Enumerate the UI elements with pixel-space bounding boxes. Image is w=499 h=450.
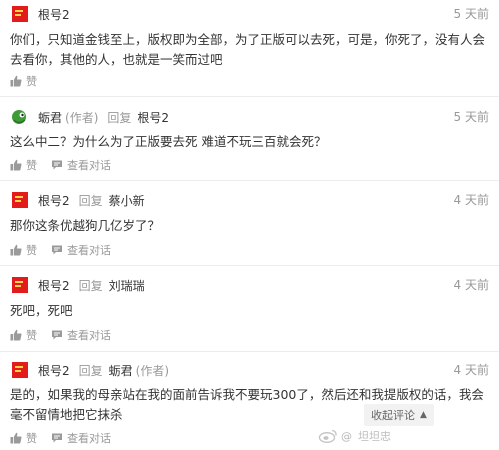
view-conversation-label: 查看对话 bbox=[67, 329, 111, 342]
comment-header: 根号2 回复 蛎君 (作者) bbox=[38, 360, 169, 380]
comment-text: 这么中二？为什么为了正版要去死 难道不玩三百就会死？ bbox=[10, 134, 327, 149]
view-conversation-button[interactable]: 查看对话 bbox=[51, 327, 111, 343]
reply-target-name[interactable]: 蛎君 bbox=[109, 362, 133, 379]
like-button[interactable]: 赞 bbox=[10, 327, 37, 343]
comment-text: 死吧，死吧 bbox=[10, 303, 73, 318]
comment-header: 根号2 回复 刘瑞瑞 bbox=[38, 275, 145, 295]
like-label: 赞 bbox=[26, 329, 37, 342]
comment-header: 根号2 回复 蔡小新 bbox=[38, 190, 145, 210]
like-label: 赞 bbox=[26, 432, 37, 445]
avatar[interactable] bbox=[10, 275, 30, 295]
comment-actions: 赞 查看对话 bbox=[10, 242, 111, 258]
view-conversation-button[interactable]: 查看对话 bbox=[51, 242, 111, 258]
comment-text: 你们，只知道金钱至上，版权即为全部，为了正版可以去死，可是，你死了，没有人会去看… bbox=[10, 32, 486, 67]
reply-target-name[interactable]: 根号2 bbox=[137, 109, 169, 126]
reply-label: 回复 bbox=[78, 193, 103, 208]
like-button[interactable]: 赞 bbox=[10, 157, 37, 173]
commenter-name[interactable]: 根号2 bbox=[38, 277, 70, 294]
thumbs-up-icon bbox=[10, 244, 22, 256]
author-tag: (作者) bbox=[65, 110, 99, 125]
avatar-red-flag-icon bbox=[10, 275, 30, 295]
thumbs-up-icon bbox=[10, 329, 22, 341]
weibo-watermark: @ 坦坦忠 bbox=[318, 428, 391, 444]
comment-actions: 赞 查看对话 bbox=[10, 327, 111, 343]
avatar-red-flag-icon bbox=[10, 360, 30, 380]
collapse-label: 收起评论 bbox=[371, 409, 416, 422]
weibo-logo-icon bbox=[318, 429, 337, 443]
view-conversation-label: 查看对话 bbox=[67, 432, 111, 445]
like-button[interactable]: 赞 bbox=[10, 73, 37, 89]
reply-label: 回复 bbox=[78, 363, 103, 378]
collapse-comments-button[interactable]: 收起评论 ▲ bbox=[364, 404, 434, 426]
chat-bubble-icon bbox=[52, 160, 62, 170]
divider bbox=[0, 96, 499, 97]
like-button[interactable]: 赞 bbox=[10, 242, 37, 258]
comment-time: 4 天前 bbox=[453, 363, 489, 377]
divider bbox=[0, 180, 499, 181]
divider bbox=[0, 265, 499, 266]
thumbs-up-icon bbox=[10, 432, 22, 444]
thumbs-up-icon bbox=[10, 159, 22, 171]
avatar[interactable] bbox=[10, 107, 30, 127]
watermark-at: @ bbox=[341, 429, 352, 443]
divider bbox=[0, 351, 499, 352]
comment-time: 4 天前 bbox=[453, 193, 489, 207]
reply-label: 回复 bbox=[107, 110, 132, 125]
view-conversation-button[interactable]: 查看对话 bbox=[51, 430, 111, 446]
view-conversation-label: 查看对话 bbox=[67, 244, 111, 257]
thumbs-up-icon bbox=[10, 75, 22, 87]
comment-time: 5 天前 bbox=[453, 110, 489, 124]
commenter-name[interactable]: 蛎君 bbox=[38, 109, 62, 126]
comment-actions: 赞 查看对话 bbox=[10, 157, 111, 173]
chevron-up-icon: ▲ bbox=[420, 410, 427, 420]
avatar-red-flag-icon bbox=[10, 4, 30, 24]
commenter-name[interactable]: 根号2 bbox=[38, 362, 70, 379]
avatar[interactable] bbox=[10, 190, 30, 210]
comment-actions: 赞 查看对话 bbox=[10, 430, 111, 446]
chat-bubble-icon bbox=[52, 330, 62, 340]
view-conversation-label: 查看对话 bbox=[67, 159, 111, 172]
view-conversation-button[interactable]: 查看对话 bbox=[51, 157, 111, 173]
comment-header: 根号2 bbox=[38, 4, 70, 24]
author-tag: (作者) bbox=[135, 363, 170, 378]
comment-time: 5 天前 bbox=[453, 7, 489, 21]
like-label: 赞 bbox=[26, 159, 37, 172]
comment-actions: 赞 bbox=[10, 73, 37, 89]
reply-label: 回复 bbox=[78, 278, 103, 293]
commenter-name[interactable]: 根号2 bbox=[38, 192, 70, 209]
reply-target-name[interactable]: 蔡小新 bbox=[109, 192, 145, 209]
like-label: 赞 bbox=[26, 75, 37, 88]
avatar-red-flag-icon bbox=[10, 190, 30, 210]
chat-bubble-icon bbox=[52, 433, 62, 443]
like-label: 赞 bbox=[26, 244, 37, 257]
commenter-name[interactable]: 根号2 bbox=[38, 6, 70, 23]
like-button[interactable]: 赞 bbox=[10, 430, 37, 446]
avatar[interactable] bbox=[10, 4, 30, 24]
watermark-username: 坦坦忠 bbox=[358, 430, 391, 443]
reply-target-name[interactable]: 刘瑞瑞 bbox=[109, 277, 145, 294]
comment-time: 4 天前 bbox=[453, 278, 489, 292]
avatar-chameleon-icon bbox=[10, 107, 30, 127]
comment-header: 蛎君 (作者) 回复 根号2 bbox=[38, 107, 169, 127]
comment-text: 那你这条优越狗几亿岁了？ bbox=[10, 218, 161, 233]
chat-bubble-icon bbox=[52, 245, 62, 255]
avatar[interactable] bbox=[10, 360, 30, 380]
